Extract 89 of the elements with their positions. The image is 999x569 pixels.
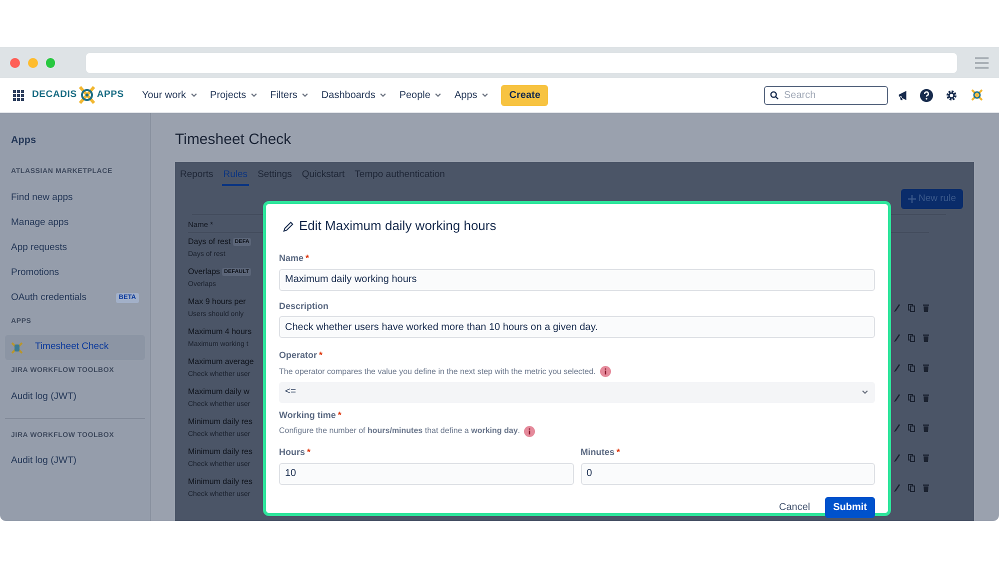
profile-logo-icon[interactable]	[971, 89, 983, 101]
field-label: Hours	[279, 446, 306, 459]
sidebar-title: Apps	[10, 134, 37, 148]
rule-name[interactable]: Maximum 4 hours	[188, 326, 252, 338]
dialog-title: Edit Maximum daily working hours	[299, 217, 496, 236]
pencil-icon[interactable]	[894, 394, 900, 402]
sidebar-item[interactable]: Find new apps	[5, 186, 145, 210]
trash-icon[interactable]	[923, 484, 929, 492]
pencil-icon[interactable]	[894, 334, 900, 342]
logo-icon	[76, 85, 97, 105]
required-mark: *	[338, 408, 342, 422]
chevron-down-icon	[379, 91, 388, 99]
rule-name[interactable]: Minimum daily res	[188, 416, 252, 428]
rule-name[interactable]: Maximum daily w	[188, 386, 250, 398]
pencil-icon[interactable]	[894, 364, 900, 372]
field-label: Minutes	[580, 446, 615, 459]
rule-name[interactable]: Minimum daily res	[188, 446, 252, 458]
copy-icon[interactable]	[908, 304, 915, 312]
sidebar-item[interactable]: Timesheet Check	[5, 335, 145, 360]
pencil-icon	[283, 220, 294, 232]
nav-menu[interactable]: Projects	[204, 88, 264, 102]
trash-icon[interactable]	[923, 364, 929, 372]
logo-text: APPS	[96, 88, 124, 102]
nav-menu[interactable]: Filters	[264, 88, 316, 102]
required-mark: *	[616, 446, 620, 459]
copy-icon[interactable]	[908, 334, 915, 342]
rule-name[interactable]: Overlaps	[188, 266, 220, 278]
settings-icon[interactable]	[945, 88, 958, 102]
input-field[interactable]: Maximum daily working hours	[279, 268, 875, 290]
field-label: Name	[279, 252, 304, 265]
create-button[interactable]: Create	[501, 84, 548, 106]
input-field[interactable]: 0	[580, 462, 875, 484]
chevron-down-icon	[434, 91, 442, 99]
chevron-down-icon	[190, 91, 198, 99]
trash-icon[interactable]	[923, 394, 929, 402]
nav-menu[interactable]: Apps	[448, 88, 496, 102]
submit-button[interactable]: Submit	[825, 496, 875, 518]
input-field[interactable]: Check whether users have worked more than 10 hours on a given day.	[279, 316, 875, 338]
operator-select[interactable]: <=	[279, 382, 875, 402]
pencil-icon[interactable]	[894, 424, 900, 432]
field-label: Description	[279, 300, 329, 313]
chevron-down-icon	[861, 388, 869, 396]
rule-name[interactable]: Days of rest	[188, 236, 231, 248]
search-field[interactable]: Search	[764, 86, 888, 104]
rule-name[interactable]: Max 9 hours per	[188, 296, 246, 308]
logo-text: DECADIS	[32, 88, 77, 102]
search-icon	[770, 90, 779, 100]
input-field[interactable]: 10	[279, 462, 574, 484]
trash-icon[interactable]	[923, 454, 929, 462]
sidebar-item[interactable]: Manage apps	[5, 210, 145, 236]
pencil-icon[interactable]	[894, 484, 900, 492]
trash-icon[interactable]	[923, 304, 929, 312]
sidebar-item[interactable]: Audit log (JWT)	[5, 384, 145, 410]
required-mark: *	[306, 252, 310, 265]
required-mark: *	[319, 349, 323, 362]
rule-name[interactable]: Maximum average	[188, 356, 254, 368]
address-bar[interactable]	[86, 52, 958, 72]
info-icon	[600, 366, 611, 377]
pencil-icon[interactable]	[894, 304, 900, 312]
copy-icon[interactable]	[908, 364, 915, 372]
nav-menu[interactable]: Your work	[136, 88, 204, 102]
cancel-button[interactable]: Cancel	[774, 496, 816, 518]
copy-icon[interactable]	[908, 394, 915, 402]
field-label: Operator	[279, 349, 318, 362]
help-icon[interactable]	[920, 88, 933, 102]
page-title: Timesheet Check	[175, 130, 292, 150]
rule-name[interactable]: Minimum daily res	[188, 476, 252, 488]
nav-menu[interactable]: Dashboards	[315, 88, 394, 102]
trash-icon[interactable]	[923, 424, 929, 432]
copy-icon[interactable]	[908, 484, 915, 492]
chevron-down-icon	[481, 91, 490, 99]
trash-icon[interactable]	[923, 334, 929, 342]
field-label: Working time	[279, 408, 336, 422]
nav-menu[interactable]: People	[393, 88, 448, 102]
pencil-icon[interactable]	[894, 454, 900, 462]
chevron-down-icon	[301, 91, 310, 99]
plus-icon	[908, 195, 916, 203]
sidebar-item[interactable]: Audit log (JWT)	[5, 449, 145, 474]
sidebar-item[interactable]: App requests	[5, 236, 145, 260]
help-text: The operator compares the value you define in the next step with the metric you selected.	[279, 366, 596, 378]
info-icon	[524, 426, 536, 436]
help-text: Configure the number of hours/minutes that define a working day.	[279, 425, 520, 437]
copy-icon[interactable]	[908, 424, 915, 432]
required-mark: *	[307, 446, 311, 459]
chevron-down-icon	[250, 91, 258, 99]
app-grid-icon[interactable]	[13, 90, 24, 100]
menu-icon[interactable]	[975, 56, 990, 68]
copy-icon[interactable]	[908, 454, 915, 462]
sidebar-item[interactable]: Promotions	[5, 260, 145, 286]
